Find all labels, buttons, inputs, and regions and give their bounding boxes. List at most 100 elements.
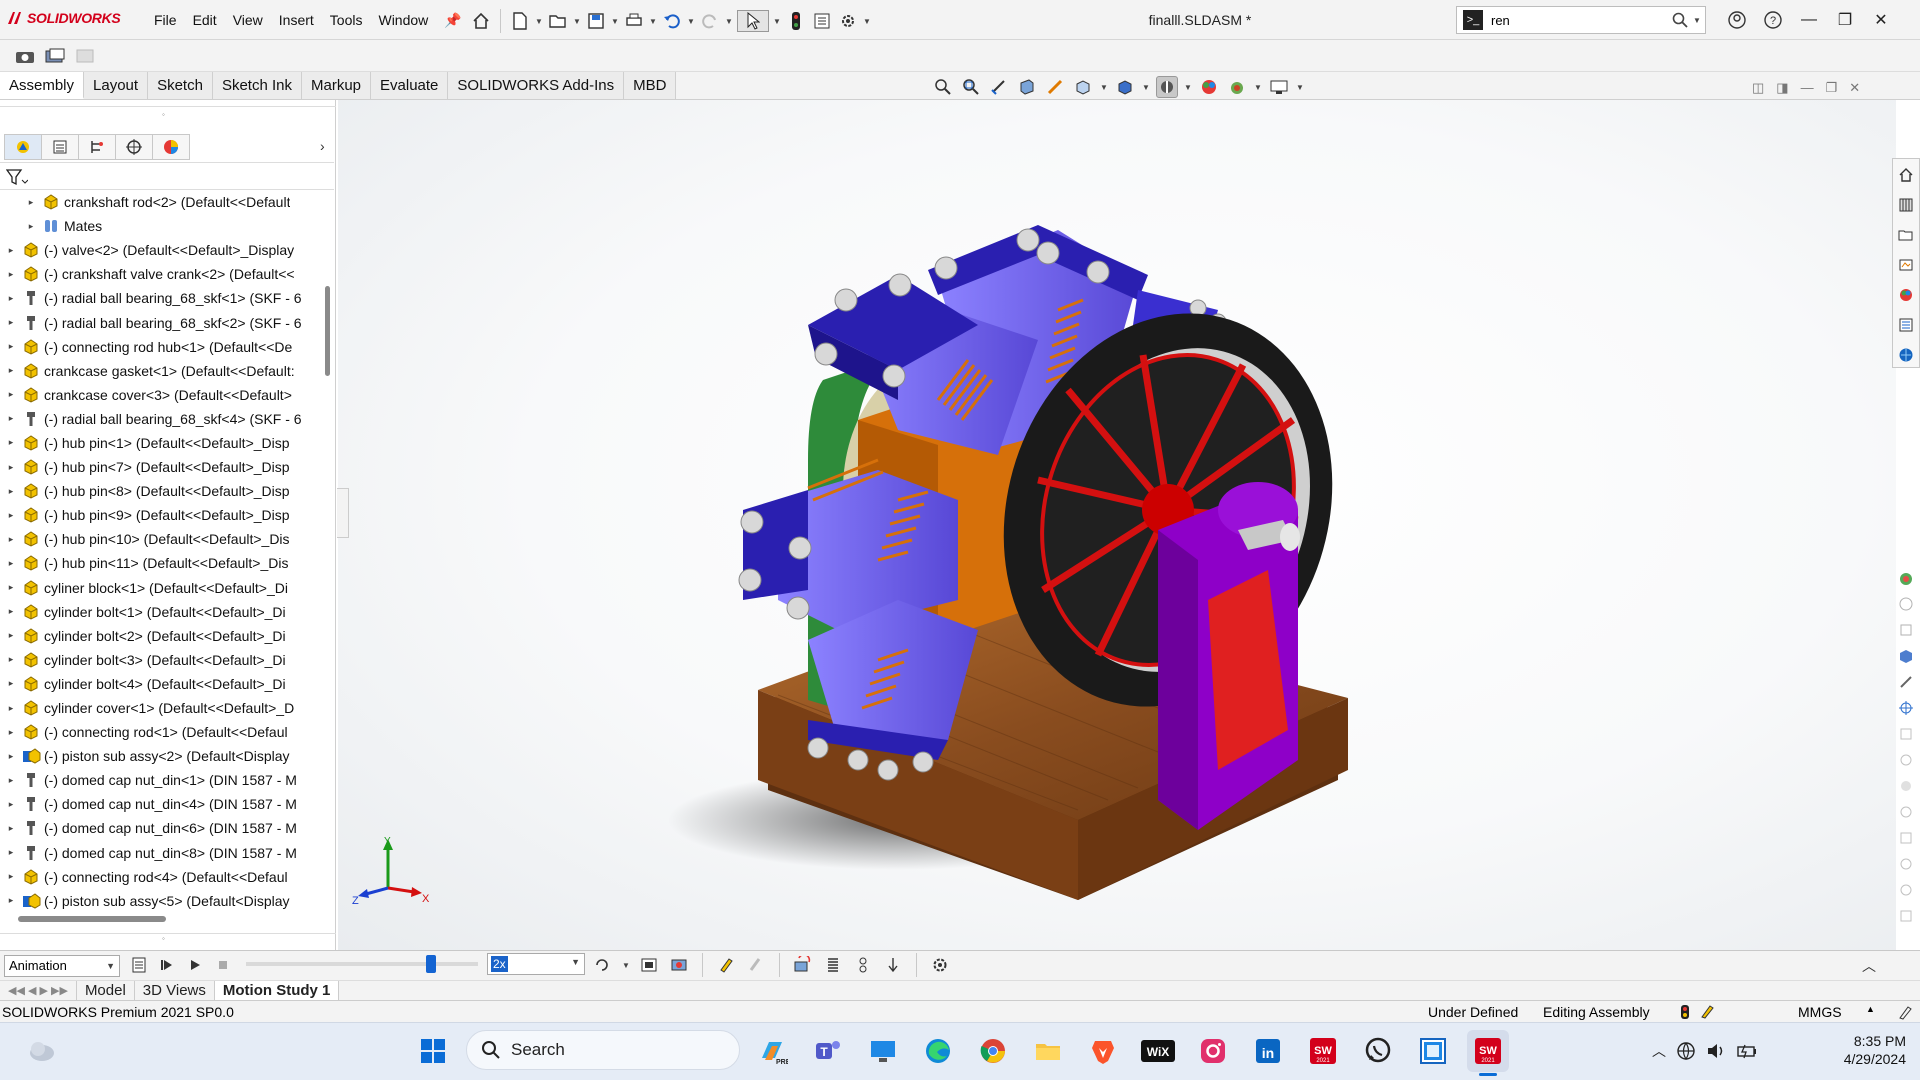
tree-item[interactable]: ▸ (-) hub pin<10> (Default<<Default>_Dis	[0, 527, 318, 551]
edit-tool-icon[interactable]	[1896, 672, 1916, 692]
tab-scroll-arrows[interactable]: ◀◀ ◀ ▶ ▶▶	[0, 980, 77, 1001]
save-animation-icon[interactable]	[638, 954, 660, 976]
grey-tool-icon[interactable]	[1896, 854, 1916, 874]
tab-evaluate[interactable]: Evaluate	[371, 72, 449, 99]
file-explorer-icon[interactable]	[1895, 223, 1917, 247]
tree-item[interactable]: ▸ (-) connecting rod<4> (Default<<Defaul	[0, 865, 318, 889]
expand-arrow-icon[interactable]: ▸	[4, 606, 18, 617]
solidworks-active-icon[interactable]: SW 2021	[1467, 1030, 1509, 1076]
expand-arrow-icon[interactable]: ▸	[4, 341, 18, 352]
tree-item[interactable]: ▸ Mates	[0, 214, 318, 238]
target-icon[interactable]	[1896, 698, 1916, 718]
grey-tool-icon[interactable]	[1896, 880, 1916, 900]
grey-tool-icon[interactable]	[1896, 802, 1916, 822]
tree-item[interactable]: ▸ (-) hub pin<7> (Default<<Default>_Disp	[0, 455, 318, 479]
expand-arrow-icon[interactable]: ▸	[4, 823, 18, 834]
start-button-icon[interactable]	[412, 1030, 454, 1072]
tree-item[interactable]: ▸ (-) piston sub assy<5> (Default<Display	[0, 889, 318, 912]
taskbar-search[interactable]: Search	[466, 1030, 740, 1070]
tab-model[interactable]: Model	[77, 980, 135, 1001]
expand-arrow-icon[interactable]: ▸	[4, 269, 18, 280]
tree-item[interactable]: ▸ (-) radial ball bearing_68_skf<2> (SKF …	[0, 310, 318, 334]
chevron-down-icon[interactable]: ▼	[1693, 16, 1701, 25]
edit-appearance-icon[interactable]	[1198, 76, 1220, 98]
tile-view-icon[interactable]: ◨	[1776, 80, 1788, 96]
account-icon[interactable]	[1722, 0, 1752, 40]
motor-icon[interactable]	[792, 954, 814, 976]
grey-tool-icon[interactable]	[1896, 776, 1916, 796]
expand-arrow-icon[interactable]: ▸	[4, 871, 18, 882]
expand-arrow-icon[interactable]: ▸	[4, 703, 18, 714]
tab-sketch-ink[interactable]: Sketch Ink	[212, 72, 302, 99]
print-icon[interactable]	[623, 10, 645, 32]
tree-item[interactable]: ▸ (-) valve<2> (Default<<Default>_Display	[0, 238, 318, 262]
teams-icon[interactable]: T	[807, 1030, 849, 1072]
expand-arrow-icon[interactable]: ▸	[4, 751, 18, 762]
scene-icon[interactable]	[1896, 594, 1916, 614]
chevron-down-icon[interactable]: ▼	[535, 17, 543, 26]
tab-markup[interactable]: Markup	[301, 72, 372, 99]
feature-manager-tab[interactable]	[4, 134, 42, 160]
solidworks-logo[interactable]: SOLIDWORKS	[6, 10, 121, 26]
tab-assembly[interactable]: Assembly	[0, 72, 85, 99]
taskbar-clock[interactable]: 8:35 PM 4/29/2024	[1812, 1030, 1906, 1068]
chevron-down-icon[interactable]: ▼	[1254, 83, 1262, 92]
expand-arrow-icon[interactable]: ▸	[4, 727, 18, 738]
expand-arrow-icon[interactable]: ▸	[4, 293, 18, 304]
volume-icon[interactable]	[1706, 1041, 1726, 1061]
gear-icon[interactable]	[929, 954, 951, 976]
zoom-to-area-icon[interactable]	[960, 76, 982, 98]
expand-arrow-icon[interactable]: ▸	[4, 365, 18, 376]
chevron-up-icon[interactable]: ︿	[1652, 1041, 1666, 1061]
tree-item[interactable]: ▸ cyliner block<1> (Default<<Default>_Di	[0, 576, 318, 600]
design-library-icon[interactable]	[1895, 193, 1917, 217]
zoom-to-fit-icon[interactable]	[932, 76, 954, 98]
expand-arrow-icon[interactable]: ▸	[4, 630, 18, 641]
linkedin-icon[interactable]: in	[1247, 1030, 1289, 1072]
tree-item[interactable]: ▸ (-) connecting rod hub<1> (Default<<De	[0, 335, 318, 359]
close-icon[interactable]: ✕	[1849, 80, 1860, 96]
study-type-select[interactable]: Animation ▼	[4, 955, 120, 977]
playback-mode-icon[interactable]	[592, 954, 614, 976]
tree-horizontal-scrollbar[interactable]	[18, 916, 166, 922]
contact-icon[interactable]	[852, 954, 874, 976]
gear-icon[interactable]	[837, 10, 859, 32]
close-icon[interactable]: ✕	[1866, 0, 1896, 40]
rebuild-icon[interactable]	[1680, 1004, 1690, 1020]
expand-arrow-icon[interactable]: ▸	[4, 558, 18, 569]
command-search-box[interactable]: >_ ▼	[1456, 6, 1706, 34]
redo-icon[interactable]	[699, 10, 721, 32]
chevron-down-icon[interactable]: ▼	[725, 17, 733, 26]
grey-tool-icon[interactable]	[1896, 828, 1916, 848]
playback-slider-track[interactable]	[246, 962, 478, 966]
expand-arrow-icon[interactable]: ▸	[4, 582, 18, 593]
chevron-down-icon[interactable]: ▼	[573, 17, 581, 26]
expand-arrow-icon[interactable]: ▸	[4, 799, 18, 810]
tree-item[interactable]: ▸ (-) piston sub assy<2> (Default<Display	[0, 744, 318, 768]
graphics-area[interactable]	[338, 100, 1896, 950]
appearances-icon[interactable]	[1895, 283, 1917, 307]
copilot-icon[interactable]: PRE	[752, 1030, 794, 1072]
display-pane-icon[interactable]	[44, 45, 66, 67]
spring-icon[interactable]	[822, 954, 844, 976]
tree-item[interactable]: ▸ (-) hub pin<11> (Default<<Default>_Dis	[0, 551, 318, 575]
tree-item[interactable]: ▸ cylinder bolt<3> (Default<<Default>_Di	[0, 648, 318, 672]
unit-system[interactable]: MMGS	[1798, 1004, 1842, 1020]
expand-arrow-icon[interactable]: ▸	[4, 486, 18, 497]
minimize-icon[interactable]: —	[1801, 80, 1814, 96]
custom-properties-icon[interactable]	[1895, 313, 1917, 337]
brave-icon[interactable]	[1082, 1030, 1124, 1072]
appearance-icon[interactable]	[1896, 568, 1916, 588]
chevron-down-icon[interactable]: ▼	[773, 17, 781, 26]
expand-arrow-icon[interactable]: ▸	[4, 245, 18, 256]
language-icon[interactable]	[1676, 1041, 1696, 1061]
save-icon[interactable]	[585, 10, 607, 32]
tree-item[interactable]: ▸ (-) domed cap nut_din<1> (DIN 1587 - M	[0, 768, 318, 792]
tree-vertical-scrollbar[interactable]	[325, 286, 330, 376]
home-icon[interactable]	[470, 10, 492, 32]
decal-icon[interactable]	[1896, 620, 1916, 640]
home-icon[interactable]	[1895, 163, 1917, 187]
wix-icon[interactable]: WiX	[1137, 1030, 1179, 1072]
tree-item[interactable]: ▸ crankcase gasket<1> (Default<<Default:	[0, 359, 318, 383]
tree-item[interactable]: ▸ (-) hub pin<1> (Default<<Default>_Disp	[0, 431, 318, 455]
